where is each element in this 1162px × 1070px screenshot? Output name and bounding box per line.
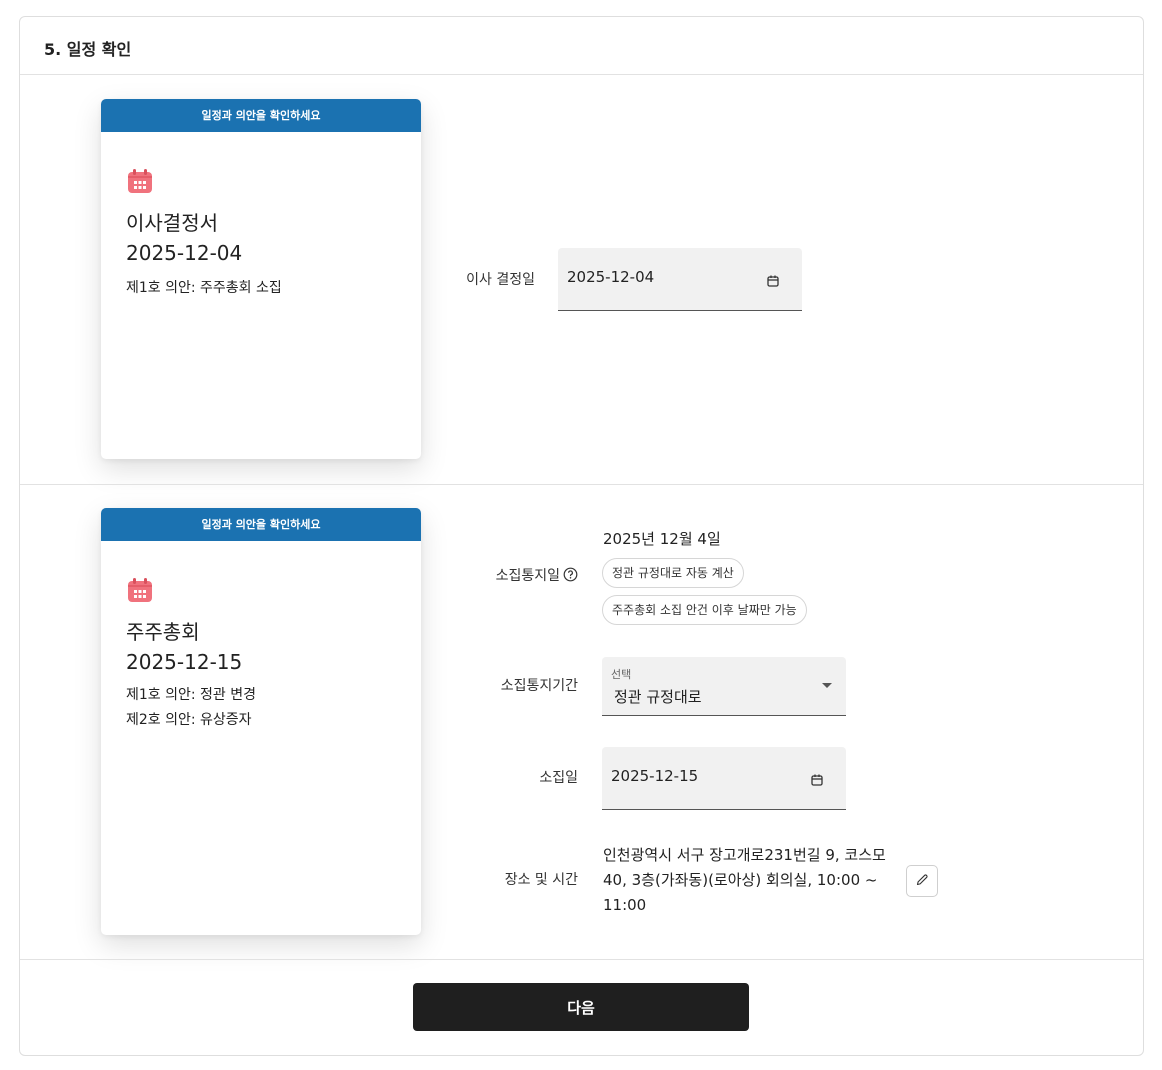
card-date: 2025-12-04 [126, 241, 243, 265]
card-banner: 일정과 의안을 확인하세요 [101, 508, 421, 541]
card-title: 이사결정서 [126, 211, 218, 235]
meeting-date-value: 2025-12-15 [611, 767, 699, 785]
notice-period-label: 소집통지기간 [500, 678, 578, 694]
card-date: 2025-12-15 [126, 650, 243, 674]
select-caption: 선택 [611, 668, 632, 681]
decision-date-field[interactable]: 2025-12-04 [558, 248, 802, 311]
next-button[interactable]: 다음 [413, 983, 749, 1031]
meeting-date-field[interactable]: 2025-12-15 [602, 747, 846, 810]
decision-date-label: 이사 결정일 [466, 272, 535, 288]
edit-place-time-button[interactable] [906, 865, 938, 897]
auto-calc-chip: 정관 규정대로 자동 계산 [602, 558, 744, 588]
help-icon[interactable] [563, 567, 578, 586]
notice-period-select[interactable]: 선택 정관 규정대로 [602, 657, 846, 716]
decision-date-value: 2025-12-04 [567, 268, 655, 286]
place-time-label: 장소 및 시간 [504, 872, 578, 888]
calendar-icon [126, 576, 154, 608]
card-title: 주주총회 [126, 620, 200, 644]
section-divider [20, 484, 1143, 485]
chevron-down-icon [822, 683, 832, 688]
board-decision-card: 일정과 의안을 확인하세요 이사결정서 2025-12-04 제1호 의안: 주… [101, 99, 421, 459]
agenda-item: 제1호 의안: 정관 변경 [126, 687, 257, 703]
select-value: 정관 규정대로 [614, 688, 702, 706]
notice-date-label: 소집통지일 [495, 568, 560, 584]
shareholders-meeting-card: 일정과 의안을 확인하세요 주주총회 2025-12-15 제1호 의안: 정관… [101, 508, 421, 935]
agenda-item: 제2호 의안: 유상증자 [126, 712, 252, 728]
agenda-item: 제1호 의안: 주주총회 소집 [126, 280, 282, 296]
agenda-list: 제1호 의안: 주주총회 소집 [126, 276, 282, 301]
calendar-picker-icon[interactable] [767, 272, 779, 291]
meeting-date-label: 소집일 [539, 770, 578, 786]
calendar-icon [126, 167, 154, 199]
agenda-list: 제1호 의안: 정관 변경 제2호 의안: 유상증자 [126, 683, 256, 733]
section-divider [20, 959, 1143, 960]
pencil-icon [915, 872, 929, 891]
panel-header: 5. 일정 확인 [20, 17, 1143, 75]
calendar-picker-icon[interactable] [811, 771, 823, 790]
notice-date-value: 2025년 12월 4일 [603, 530, 721, 548]
section-title: 5. 일정 확인 [44, 40, 132, 59]
date-constraint-chip: 주주총회 소집 안건 이후 날짜만 가능 [602, 595, 807, 625]
schedule-panel: 5. 일정 확인 일정과 의안을 확인하세요 이사결정서 2025-12-04 … [19, 16, 1144, 1056]
place-time-value: 인천광역시 서구 장고개로231번길 9, 코스모 40, 3층(가좌동)(로아… [603, 846, 886, 914]
card-banner: 일정과 의안을 확인하세요 [101, 99, 421, 132]
